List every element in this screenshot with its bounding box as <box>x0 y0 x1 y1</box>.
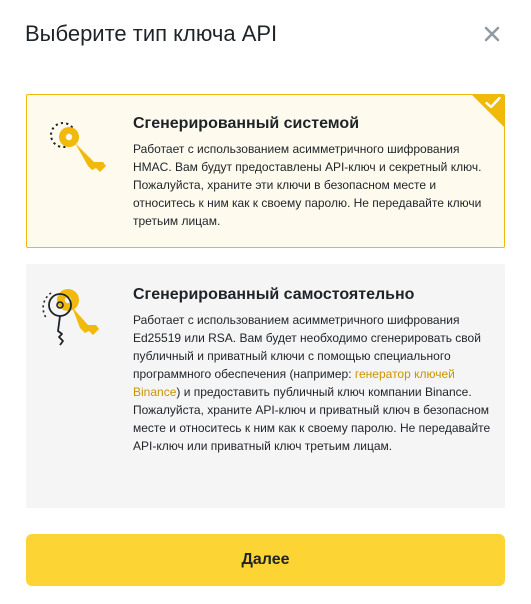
self-generated-keys-icon <box>42 289 99 346</box>
system-key-icon <box>50 122 106 172</box>
option-description: Работает с использованием асимметричного… <box>133 142 482 228</box>
api-key-type-dialog: Выберите тип ключа API Сгенерированный с… <box>0 0 531 604</box>
close-button[interactable] <box>478 20 506 48</box>
dialog-title: Выберите тип ключа API <box>25 21 278 46</box>
close-icon <box>484 26 500 42</box>
option-description: Работает с использованием асимметричного… <box>133 311 493 455</box>
option-self-generated[interactable]: Сгенерированный самостоятельно Работает … <box>26 264 505 508</box>
check-icon <box>485 96 501 109</box>
option-title: Сгенерированный самостоятельно <box>133 286 415 303</box>
option-title: Сгенерированный системой <box>133 115 360 132</box>
next-button[interactable]: Далее <box>26 534 505 586</box>
description-text: ) и предоставить публичный ключ компании… <box>133 385 491 453</box>
option-system-generated[interactable]: Сгенерированный системой Работает с испо… <box>26 94 505 248</box>
